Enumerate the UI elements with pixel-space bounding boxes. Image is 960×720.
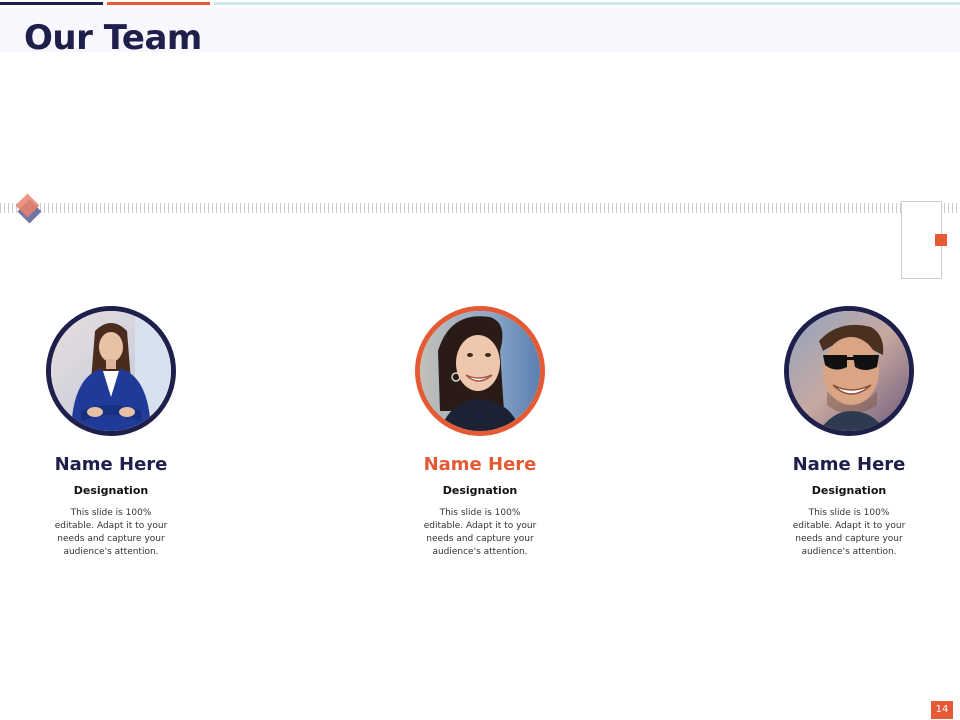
team-member-designation: Designation	[442, 484, 518, 497]
team-member-name: Name Here	[54, 454, 168, 475]
page-number-badge: 14	[931, 701, 953, 719]
smiling-woman-photo	[420, 311, 540, 431]
orange-square-accent	[935, 234, 947, 246]
team-member-card: Name Here Designation This slide is 100%…	[759, 306, 939, 559]
team-member-description: This slide is 100% editable. Adapt it to…	[792, 508, 906, 557]
woman-in-blue-blazer-photo	[51, 311, 171, 431]
top-accent-bar-light	[214, 2, 960, 5]
team-member-photo[interactable]	[415, 306, 545, 436]
team-member-description: This slide is 100% editable. Adapt it to…	[423, 508, 537, 557]
team-member-description: This slide is 100% editable. Adapt it to…	[54, 508, 168, 557]
team-member-card: Name Here Designation This slide is 100%…	[390, 306, 570, 559]
team-member-photo[interactable]	[784, 306, 914, 436]
diamond-icon	[14, 193, 44, 227]
team-member-photo[interactable]	[46, 306, 176, 436]
team-member-designation: Designation	[811, 484, 887, 497]
top-accent-bar-navy	[0, 2, 103, 5]
man-with-sunglasses-photo	[789, 311, 909, 431]
team-member-designation: Designation	[73, 484, 149, 497]
team-member-name: Name Here	[423, 454, 537, 475]
top-accent-bar-orange	[107, 2, 210, 5]
dotted-ruler-line	[0, 203, 960, 213]
page-title: Our Team	[24, 18, 202, 58]
team-member-name: Name Here	[792, 454, 906, 475]
team-member-card: Name Here Designation This slide is 100%…	[21, 306, 201, 559]
